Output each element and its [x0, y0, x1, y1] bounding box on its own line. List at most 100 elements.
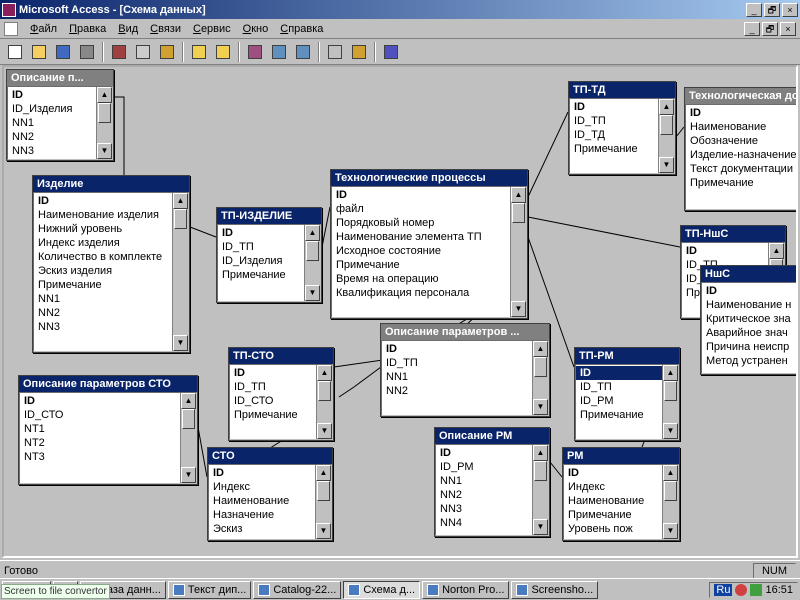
scroll-thumb[interactable] [534, 357, 547, 377]
field[interactable]: ID_СТО [230, 394, 316, 408]
scroll-thumb[interactable] [534, 461, 547, 481]
field[interactable]: Индекс изделия [34, 236, 172, 250]
field[interactable]: Исходное состояние [332, 244, 510, 258]
save-button[interactable] [52, 41, 74, 63]
field[interactable]: Наименование изделия [34, 208, 172, 222]
field[interactable]: NN1 [34, 292, 172, 306]
database-button[interactable] [348, 41, 370, 63]
scroll-down-icon[interactable]: ▼ [659, 157, 674, 173]
scroll-up-icon[interactable]: ▲ [97, 87, 112, 103]
scroll-up-icon[interactable]: ▲ [533, 445, 548, 461]
field[interactable]: ID_ТП [218, 240, 304, 254]
table-field-list[interactable]: IDНаименование нКритическое знаАварийное… [701, 282, 798, 374]
taskbar-item[interactable]: Схема д... [343, 581, 420, 599]
table-t8[interactable]: ТП-СТОIDID_ТПID_СТОПримечание▲▼ [228, 347, 334, 441]
scroll-up-icon[interactable]: ▲ [769, 243, 784, 259]
field[interactable]: NN1 [436, 474, 532, 488]
field[interactable]: ID [564, 466, 662, 480]
table-field-list[interactable]: IDИндексНаименованиеНазначениеЭскиз▲▼ [208, 464, 332, 540]
field[interactable]: Наименование н [702, 298, 798, 312]
field[interactable]: Уровень пож [564, 522, 662, 536]
print-button[interactable] [76, 41, 98, 63]
scroll-thumb[interactable] [174, 209, 187, 229]
field[interactable]: NN3 [436, 502, 532, 516]
table-field-list[interactable]: IDID_ТПID_СТОПримечание▲▼ [229, 364, 333, 440]
taskbar-item[interactable]: Norton Pro... [422, 581, 509, 599]
scroll-thumb[interactable] [664, 381, 677, 401]
table-t4[interactable]: ТП-ТДIDID_ТПID_ТДПримечание▲▼ [568, 81, 676, 175]
scroll-up-icon[interactable]: ▲ [663, 365, 678, 381]
field[interactable]: ID [230, 366, 316, 380]
table-t14[interactable]: РМIDИндексНаименованиеПримечаниеУровень … [562, 447, 680, 541]
system-tray[interactable]: Ru16:51 [709, 582, 798, 598]
scroll-thumb[interactable] [512, 203, 525, 223]
table-add-button[interactable] [188, 41, 210, 63]
menu-справка[interactable]: Справка [274, 21, 329, 37]
table-title[interactable]: Технологические процессы [331, 170, 527, 186]
field[interactable]: Примечание [34, 278, 172, 292]
menu-вид[interactable]: Вид [112, 21, 144, 37]
table-t1[interactable]: ИзделиеIDНаименование изделияНижний уров… [32, 175, 190, 353]
table-t3[interactable]: Технологические процессыIDфайлПорядковый… [330, 169, 528, 319]
scroll-down-icon[interactable]: ▼ [533, 399, 548, 415]
field[interactable]: NN1 [8, 116, 96, 130]
scroll-up-icon[interactable]: ▲ [316, 465, 331, 481]
scroll-down-icon[interactable]: ▼ [181, 467, 196, 483]
scroll-up-icon[interactable]: ▲ [533, 341, 548, 357]
table-field-list[interactable]: IDID_ТПID_ТДПримечание▲▼ [569, 98, 675, 174]
scrollbar[interactable]: ▲▼ [315, 465, 331, 539]
all-button[interactable] [292, 41, 314, 63]
field[interactable]: Эскиз [209, 522, 315, 536]
field[interactable]: NT2 [20, 436, 180, 450]
table-t10[interactable]: СТОIDИндексНаименованиеНазначениеЭскиз▲▼ [207, 447, 333, 541]
field[interactable]: Наименование элемента ТП [332, 230, 510, 244]
field[interactable]: Наименование [564, 494, 662, 508]
table-t13[interactable]: ТП-РМIDID_ТПID_РМПримечание▲▼ [574, 347, 680, 441]
field[interactable]: Аварийное знач [702, 326, 798, 340]
lang-indicator[interactable]: Ru [714, 584, 732, 596]
taskbar-item[interactable]: Текст дип... [168, 581, 251, 599]
table-t2[interactable]: ТП-ИЗДЕЛИЕIDID_ТПID_ИзделияПримечание▲▼ [216, 207, 322, 303]
field[interactable]: Метод устранен [702, 354, 798, 368]
cut-button[interactable] [108, 41, 130, 63]
field[interactable]: ID [576, 366, 662, 380]
table-title[interactable]: Описание РМ [435, 428, 549, 444]
table-t7[interactable]: НшСIDНаименование нКритическое знаАварий… [700, 265, 798, 375]
field[interactable]: ID_РМ [436, 460, 532, 474]
taskbar-item[interactable]: Catalog-22... [253, 581, 341, 599]
field[interactable]: ID_Изделия [8, 102, 96, 116]
table-title[interactable]: ТП-РМ [575, 348, 679, 364]
menu-сервис[interactable]: Сервис [187, 21, 237, 37]
child-restore-button[interactable]: 🗗 [762, 22, 778, 36]
field[interactable]: ID_ТД [570, 128, 658, 142]
field[interactable]: файл [332, 202, 510, 216]
scroll-up-icon[interactable]: ▲ [511, 187, 526, 203]
relations-button[interactable] [244, 41, 266, 63]
tray-icon[interactable] [735, 584, 747, 596]
table-title[interactable]: Технологическая до... [685, 88, 798, 104]
field[interactable]: ID [570, 100, 658, 114]
table-field-list[interactable]: IDНаименованиеОбозначениеИзделие-назначе… [685, 104, 798, 210]
scroll-down-icon[interactable]: ▼ [173, 335, 188, 351]
scroll-up-icon[interactable]: ▲ [659, 99, 674, 115]
field[interactable]: Изделие-назначение [686, 148, 798, 162]
table-title[interactable]: Описание параметров СТО [19, 376, 197, 392]
scrollbar[interactable]: ▲▼ [316, 365, 332, 439]
help-button[interactable] [380, 41, 402, 63]
table-t5[interactable]: Технологическая до...IDНаименованиеОбозн… [684, 87, 798, 211]
field[interactable]: Количество в комплекте [34, 250, 172, 264]
scroll-down-icon[interactable]: ▼ [511, 301, 526, 317]
field[interactable]: ID [686, 106, 798, 120]
table-field-list[interactable]: IDID_СТОNT1NT2NT3▲▼ [19, 392, 197, 484]
field[interactable]: NN1 [382, 370, 532, 384]
scroll-down-icon[interactable]: ▼ [663, 423, 678, 439]
field[interactable]: ID [436, 446, 532, 460]
scroll-thumb[interactable] [660, 115, 673, 135]
field[interactable]: ID_СТО [20, 408, 180, 422]
field[interactable]: Эскиз изделия [34, 264, 172, 278]
new-button[interactable] [4, 41, 26, 63]
field[interactable]: NN2 [382, 384, 532, 398]
table-title[interactable]: Описание параметров ... [381, 324, 549, 340]
table-title[interactable]: ТП-НшС [681, 226, 785, 242]
field[interactable]: Время на операцию [332, 272, 510, 286]
